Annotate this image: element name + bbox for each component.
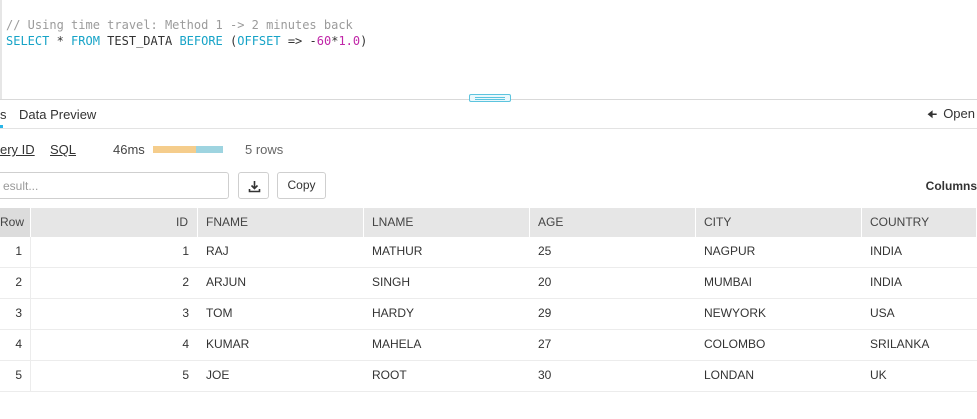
header-age[interactable]: AGE [530,208,696,237]
sql-editor[interactable]: // Using time travel: Method 1 -> 2 minu… [0,0,977,100]
kw-select: SELECT [6,34,50,48]
number-1-0: 1.0 [338,34,361,48]
cell-fname: RAJ [206,244,229,258]
cell-age: 29 [538,306,552,320]
code-comment: // Using time travel: Method 1 -> 2 minu… [6,18,353,32]
table-row[interactable]: 1 1 RAJ MATHUR 25 NAGPUR INDIA [0,237,977,268]
cell-row: 4 [0,330,31,360]
query-id-link[interactable]: ery ID [0,142,35,157]
paren-open: ( [222,34,238,48]
header-fname[interactable]: FNAME [198,208,364,237]
kw-from: FROM [71,34,100,48]
cell-id: 3 [182,306,189,320]
cell-age: 27 [538,337,552,351]
table-name: TEST_DATA [99,34,180,48]
table-header: Row ID FNAME LNAME AGE CITY COUNTRY [0,208,977,237]
tab-data-preview[interactable]: Data Preview [19,107,96,122]
cell-fname: ARJUN [206,275,247,289]
header-id[interactable]: ID [31,208,198,237]
cell-fname: TOM [206,306,233,320]
kw-offset: OFFSET [237,34,281,48]
tab-results[interactable]: s [0,107,7,122]
results-tabs: s Data Preview 🠈 Open [0,100,977,129]
download-button[interactable] [238,172,269,199]
cell-id: 5 [182,368,189,382]
query-duration: 46ms [113,142,145,157]
cell-age: 30 [538,368,552,382]
cell-city: COLOMBO [704,337,766,351]
editor-code[interactable]: // Using time travel: Method 1 -> 2 minu… [6,17,367,49]
columns-button[interactable]: Columns [926,179,977,193]
cell-lname: SINGH [372,275,411,289]
active-tab-indicator [0,125,3,128]
cell-city: NAGPUR [704,244,756,258]
cell-age: 25 [538,244,552,258]
download-icon [248,181,261,193]
op-minus: - [309,34,317,48]
duration-bar[interactable] [153,146,223,153]
cell-id: 4 [182,337,189,351]
row-count: 5 rows [245,142,284,157]
cell-city: LONDAN [704,368,755,382]
cell-fname: JOE [206,368,230,382]
cell-city: MUMBAI [704,275,752,289]
cell-row: 1 [0,237,31,267]
cell-lname: MAHELA [372,337,422,351]
sql-link[interactable]: SQL [50,142,76,157]
cell-row: 2 [0,268,31,298]
header-city[interactable]: CITY [696,208,862,237]
cell-lname: ROOT [372,368,407,382]
copy-button[interactable]: Copy [277,172,326,199]
open-history-button[interactable]: 🠈 Open [927,106,975,125]
cell-row: 5 [0,361,31,391]
op-arrow: => [280,34,310,48]
cell-id: 1 [182,244,189,258]
results-table: Row ID FNAME LNAME AGE CITY COUNTRY 1 1 … [0,208,977,392]
header-lname[interactable]: LNAME [364,208,530,237]
open-label: Open [943,106,975,121]
cell-age: 20 [538,275,552,289]
table-row[interactable]: 5 5 JOE ROOT 30 LONDAN UK [0,361,977,392]
cell-country: UK [870,368,887,382]
editor-gutter [0,0,2,99]
cell-country: INDIA [870,275,903,289]
op-star: * [49,34,72,48]
table-row[interactable]: 2 2 ARJUN SINGH 20 MUMBAI INDIA [0,268,977,299]
number-60: 60 [316,34,332,48]
cell-row: 3 [0,299,31,329]
results-toolbar: Copy Columns [0,172,977,200]
header-country[interactable]: COUNTRY [862,208,977,237]
table-row[interactable]: 3 3 TOM HARDY 29 NEWYORK USA [0,299,977,330]
code-line-2: SELECT * FROM TEST_DATA BEFORE (OFFSET =… [6,33,367,49]
duration-bar-execute [196,146,223,153]
cell-fname: KUMAR [206,337,250,351]
kw-before: BEFORE [179,34,223,48]
code-line-1: // Using time travel: Method 1 -> 2 minu… [6,17,367,33]
filter-result-input[interactable] [0,172,229,199]
cell-country: USA [870,306,895,320]
cell-city: NEWYORK [704,306,767,320]
paren-close: ) [360,34,368,48]
cell-lname: MATHUR [372,244,423,258]
arrow-left-icon: 🠈 [926,109,938,121]
cell-id: 2 [182,275,189,289]
table-row[interactable]: 4 4 KUMAR MAHELA 27 COLOMBO SRILANKA [0,330,977,361]
duration-bar-compile [153,146,196,153]
cell-lname: HARDY [372,306,415,320]
cell-country: INDIA [870,244,903,258]
header-row[interactable]: Row [0,208,31,237]
cell-country: SRILANKA [870,337,930,351]
